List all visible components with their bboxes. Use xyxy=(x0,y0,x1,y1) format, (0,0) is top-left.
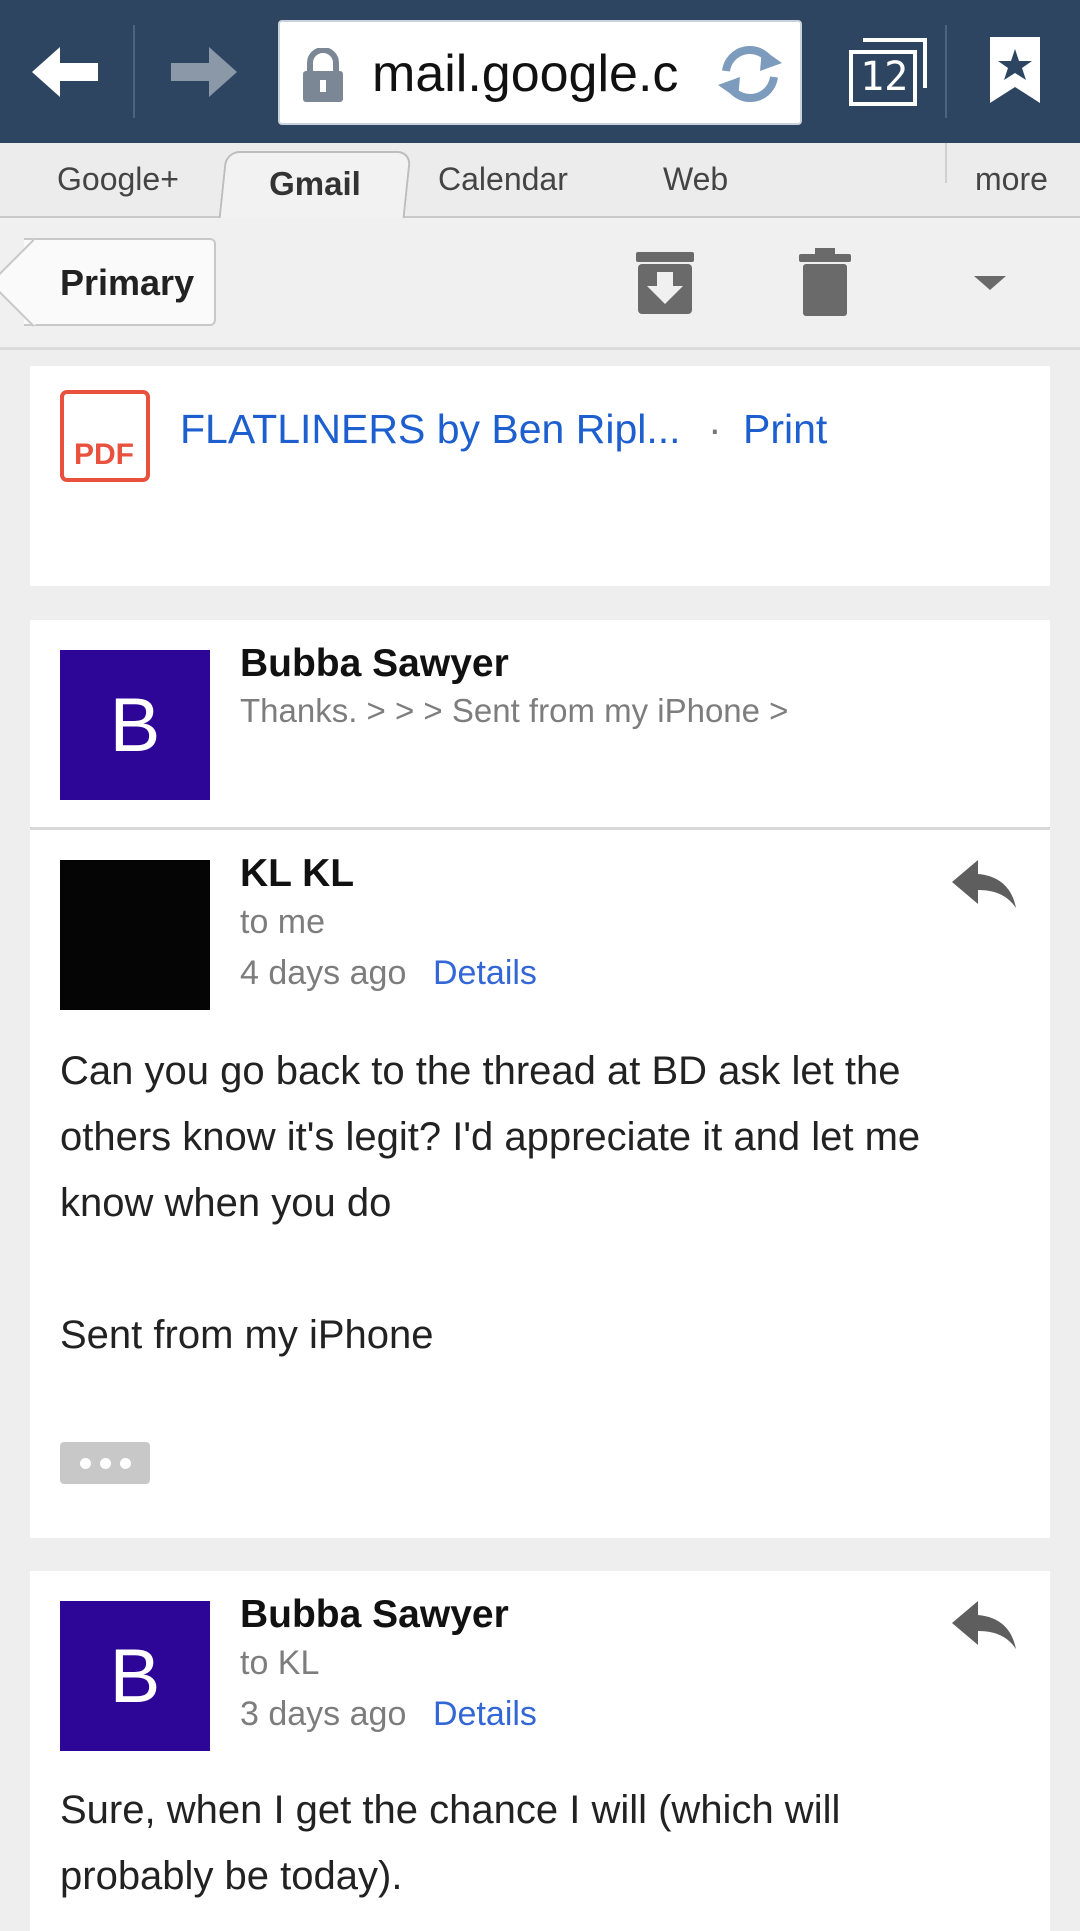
tab-count: 12 xyxy=(860,54,909,100)
primary-label: Primary xyxy=(60,262,195,303)
back-arrow-icon xyxy=(31,46,98,97)
lock-icon xyxy=(303,48,343,102)
forward-button[interactable] xyxy=(135,0,268,143)
avatar: B xyxy=(60,650,210,800)
message-body: Sure, when I get the chance I will (whic… xyxy=(60,1777,1020,1909)
bookmark-icon xyxy=(990,37,1040,103)
tab-web[interactable]: Web xyxy=(663,161,728,198)
avatar: B xyxy=(60,1601,210,1751)
body-line: Sent from my iPhone xyxy=(60,1313,434,1357)
message-snippet: Thanks. > > > Sent from my iPhone > xyxy=(240,692,789,729)
reply-icon[interactable] xyxy=(950,856,1020,912)
back-button[interactable] xyxy=(0,0,133,143)
sender-name: Bubba Sawyer xyxy=(240,1593,509,1636)
details-link[interactable]: Details xyxy=(433,954,537,993)
bookmark-button[interactable] xyxy=(960,20,1070,120)
message-card: B Bubba Sawyer to KL 3 days ago Details … xyxy=(30,1571,1050,1931)
nav-divider xyxy=(945,143,947,183)
archive-icon[interactable] xyxy=(630,248,700,318)
reload-button[interactable] xyxy=(712,38,788,110)
ellipsis-dot xyxy=(99,1457,111,1469)
details-link[interactable]: Details xyxy=(433,1695,537,1734)
show-trimmed-content-button[interactable] xyxy=(60,1442,150,1484)
message-divider xyxy=(30,827,1050,830)
tab-gmail[interactable]: Gmail xyxy=(222,165,408,203)
body-line: Can you go back to the thread at BD ask … xyxy=(60,1049,901,1093)
more-link[interactable]: more xyxy=(975,161,1048,198)
reload-icon xyxy=(718,45,782,103)
google-nav-bar: Google+ Gmail Calendar Web more xyxy=(0,143,1080,220)
forward-arrow-icon xyxy=(170,46,237,97)
url-bar[interactable]: mail.google.c xyxy=(278,20,802,125)
tab-google-plus[interactable]: Google+ xyxy=(57,161,179,198)
body-line: Sure, when I get the chance I will (whic… xyxy=(60,1788,841,1832)
message-body: Can you go back to the thread at BD ask … xyxy=(60,1038,1020,1368)
body-line: others know it's legit? I'd appreciate i… xyxy=(60,1115,921,1159)
dropdown-icon[interactable] xyxy=(960,262,1020,302)
sender-name: KL KL xyxy=(240,852,355,895)
recipient-line: to me xyxy=(240,903,326,941)
url-text: mail.google.c xyxy=(372,45,679,103)
print-link[interactable]: Print xyxy=(743,406,827,453)
attachment-separator: · xyxy=(708,406,722,452)
avatar xyxy=(60,860,210,1010)
tab-calendar[interactable]: Calendar xyxy=(438,161,568,198)
pdf-icon-label: PDF xyxy=(74,438,134,471)
message-time: 3 days ago xyxy=(240,1695,407,1733)
attachment-card: PDF FLATLINERS by Ben Ripl... · Print xyxy=(30,366,1050,586)
body-line xyxy=(60,1236,1020,1302)
message-thread-card: B Bubba Sawyer Thanks. > > > Sent from m… xyxy=(30,620,1050,1538)
primary-back-button[interactable]: Primary xyxy=(0,238,216,327)
tabs-button[interactable]: 12 xyxy=(830,20,950,120)
ellipsis-dot xyxy=(119,1457,131,1469)
toolbar-divider xyxy=(945,25,947,118)
body-line: probably be today). xyxy=(60,1854,403,1898)
pdf-icon: PDF xyxy=(60,390,150,482)
sender-name: Bubba Sawyer xyxy=(240,642,509,685)
attachment-link[interactable]: FLATLINERS by Ben Ripl... xyxy=(180,406,681,453)
message-time: 4 days ago xyxy=(240,954,407,992)
action-bar: Primary xyxy=(0,218,1080,350)
ellipsis-dot xyxy=(79,1457,91,1469)
reply-icon[interactable] xyxy=(950,1597,1020,1653)
body-line: know when you do xyxy=(60,1181,392,1225)
trash-icon[interactable] xyxy=(795,246,855,318)
recipient-line: to KL xyxy=(240,1644,320,1682)
browser-toolbar: mail.google.c 12 xyxy=(0,0,1080,143)
